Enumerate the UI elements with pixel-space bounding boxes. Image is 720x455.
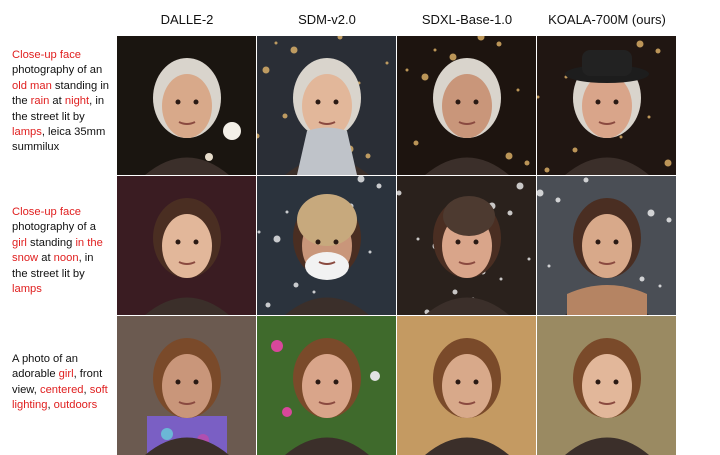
column-header-sdm: SDM-v2.0 — [298, 12, 356, 27]
prompt-text: standing — [26, 236, 76, 249]
prompt-keyword: rain — [30, 95, 50, 108]
column-header-dalle2: DALLE-2 — [160, 12, 214, 27]
generated-image — [397, 36, 536, 175]
prompt-keyword: lamps — [12, 283, 42, 296]
generated-image — [537, 36, 676, 175]
prompt-text: at — [38, 252, 54, 265]
prompt-text: photography of an — [12, 64, 103, 77]
prompt-row-3: A photo of an adorable girl, front view,… — [12, 352, 112, 414]
prompt-keyword: girl — [12, 236, 27, 249]
prompt-keyword: Close-up face — [12, 49, 82, 61]
generated-image — [117, 316, 256, 455]
prompt-keyword: old man — [12, 79, 52, 92]
prompt-row-1: Close-up face photography of an old man … — [12, 48, 112, 156]
image-cell-girl-warm-light — [117, 176, 256, 315]
prompt-text: at — [49, 95, 65, 108]
prompt-keyword: lamps — [12, 126, 42, 139]
generated-image — [257, 316, 396, 455]
image-cell-old-man-night-rain — [117, 36, 256, 175]
prompt-keyword: outdoors — [53, 399, 98, 412]
prompt-keyword: girl — [58, 368, 74, 381]
column-header-sdxl: SDXL-Base-1.0 — [421, 12, 513, 27]
image-cell-old-man-snow-night — [257, 36, 396, 175]
generated-image — [257, 176, 396, 315]
generated-image — [257, 36, 396, 175]
generated-image — [537, 176, 676, 315]
image-cell-child-floral-dress — [117, 316, 256, 455]
generated-image — [117, 176, 256, 315]
column-header-koala: KOALA-700M (ours) — [548, 12, 666, 27]
generated-image — [537, 316, 676, 455]
prompt-row-2: Close-up face photography of a girl stan… — [12, 205, 112, 297]
image-cell-old-man-hat-street — [537, 36, 676, 175]
image-cell-old-man-street-lamps — [397, 36, 536, 175]
image-cell-girl-snow-scarf — [537, 176, 676, 315]
image-cell-girl-braids-outdoor — [537, 316, 676, 455]
generated-image — [117, 36, 256, 175]
image-cell-toddler-garden — [257, 316, 396, 455]
image-cell-girl-golden-hour — [397, 316, 536, 455]
generated-image — [397, 316, 536, 455]
generated-image — [397, 176, 536, 315]
image-cell-girl-street-bokeh — [397, 176, 536, 315]
prompt-keyword: centered — [39, 383, 84, 396]
prompt-keyword: noon — [53, 252, 79, 265]
prompt-keyword: Close-up face — [12, 206, 82, 218]
image-cell-girl-snow-mask — [257, 176, 396, 315]
prompt-text: photography of a — [12, 221, 96, 234]
prompt-keyword: night — [64, 95, 90, 108]
